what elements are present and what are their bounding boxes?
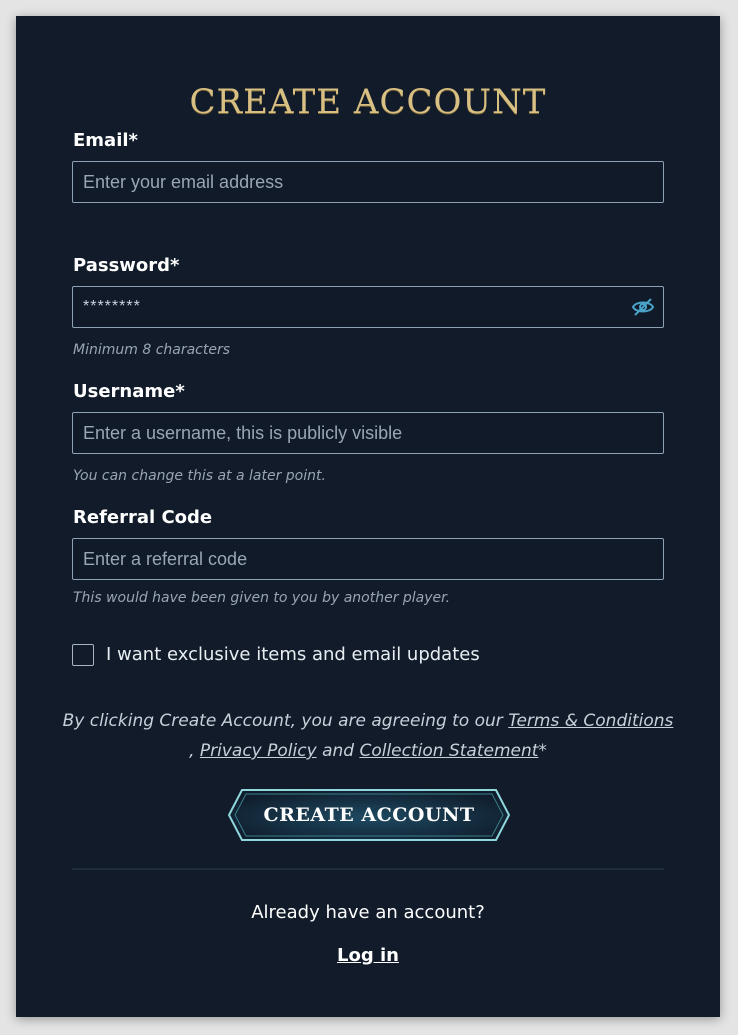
have-account-text: Already have an account? — [251, 902, 485, 923]
referral-hint: This would have been given to you by ano… — [73, 590, 451, 606]
create-account-button[interactable]: CREATE ACCOUNT — [228, 789, 510, 841]
username-hint: You can change this at a later point. — [73, 468, 326, 484]
password-hint: Minimum 8 characters — [73, 342, 231, 358]
referral-label: Referral Code — [73, 507, 213, 528]
terms-and: and — [322, 741, 355, 761]
terms-statement: By clicking Create Account, you are agre… — [56, 706, 680, 766]
eye-slash-icon[interactable] — [631, 296, 655, 318]
terms-prefix: By clicking Create Account, you are agre… — [62, 711, 503, 731]
updates-checkbox-label[interactable]: I want exclusive items and email updates — [106, 644, 480, 665]
terms-comma: , — [189, 741, 195, 761]
privacy-policy-link[interactable]: Privacy Policy — [200, 741, 317, 761]
username-label: Username* — [73, 381, 185, 402]
username-field-box[interactable] — [72, 412, 664, 454]
email-field-box[interactable] — [72, 161, 664, 203]
create-account-button-label[interactable]: CREATE ACCOUNT — [228, 789, 510, 841]
password-field-box[interactable] — [72, 286, 664, 328]
password-label: Password* — [73, 255, 180, 276]
create-account-panel: CREATE ACCOUNT Email* Password* Minimum … — [16, 16, 720, 1017]
username-input[interactable] — [73, 413, 663, 453]
divider — [72, 868, 664, 870]
login-link[interactable]: Log in — [16, 945, 720, 966]
password-input[interactable] — [73, 287, 663, 327]
email-label: Email* — [73, 130, 138, 151]
page-title: CREATE ACCOUNT — [189, 82, 547, 122]
terms-conditions-link[interactable]: Terms & Conditions — [508, 711, 673, 731]
referral-field-box[interactable] — [72, 538, 664, 580]
referral-input[interactable] — [73, 539, 663, 579]
collection-statement-link[interactable]: Collection Statement — [359, 741, 538, 761]
updates-checkbox[interactable] — [72, 644, 94, 666]
terms-asterisk: * — [538, 741, 547, 761]
email-input[interactable] — [73, 162, 663, 202]
